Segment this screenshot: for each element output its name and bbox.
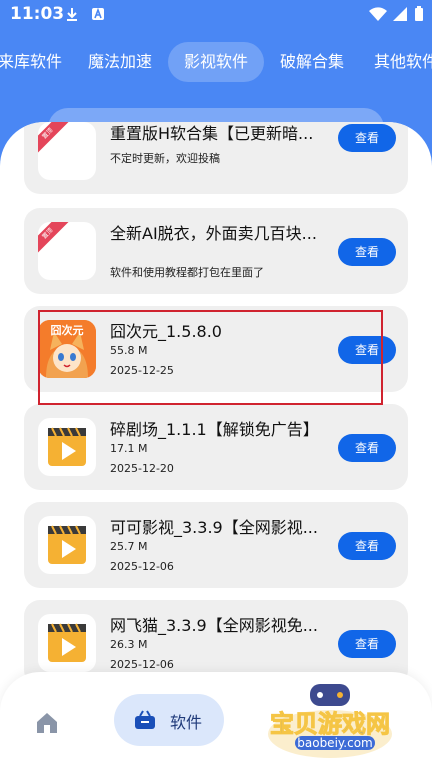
pinned-ribbon: 置顶: [38, 122, 70, 156]
nav-software-button[interactable]: 软件: [114, 694, 224, 746]
nav-software-label: 软件: [170, 713, 203, 732]
watermark-url: baobeiy.com: [295, 736, 375, 750]
app-date: 2025-12-06: [110, 658, 174, 671]
app-description: 不定时更新，欢迎投稿: [110, 152, 220, 165]
app-date: 2025-12-20: [110, 462, 174, 475]
download-icon: [67, 8, 77, 21]
view-button[interactable]: 查看: [338, 532, 396, 560]
home-icon[interactable]: [34, 710, 60, 736]
view-button[interactable]: 查看: [338, 434, 396, 462]
app-size: 25.7 M: [110, 540, 148, 553]
app-title: 碎剧场_1.1.1【解锁免广告】: [110, 420, 319, 439]
wifi-icon: [369, 7, 387, 21]
app-title: 重置版H软合集【已更新暗...: [110, 124, 314, 143]
video-play-icon: [38, 418, 96, 476]
app-description: 软件和使用教程都打包在里面了: [110, 266, 264, 279]
app-thumbnail: 置顶: [38, 222, 96, 280]
list-item[interactable]: 置顶 重置版H软合集【已更新暗... 不定时更新，欢迎投稿 查看: [24, 122, 408, 194]
view-button[interactable]: 查看: [338, 124, 396, 152]
app-title: 可可影视_3.3.9【全网影视...: [110, 518, 318, 537]
video-play-icon: [38, 614, 96, 672]
tab-software-library[interactable]: 来库软件: [0, 42, 68, 82]
tab-crack-collection[interactable]: 破解合集: [272, 42, 352, 82]
tab-video-software[interactable]: 影视软件: [168, 42, 264, 82]
watermark-logo: 宝贝游戏网 baobeiy.com: [255, 682, 405, 762]
list-item[interactable]: 置顶 全新AI脱衣，外面卖几百块... 软件和使用教程都打包在里面了 查看: [24, 208, 408, 294]
watermark-title: 宝贝游戏网: [270, 710, 391, 739]
list-item[interactable]: 可可影视_3.3.9【全网影视... 25.7 M 2025-12-06 查看: [24, 502, 408, 588]
list-item[interactable]: 碎剧场_1.1.1【解锁免广告】 17.1 M 2025-12-20 查看: [24, 404, 408, 490]
video-play-icon: [38, 516, 96, 574]
bag-icon: [135, 710, 155, 729]
app-title: 全新AI脱衣，外面卖几百块...: [110, 224, 317, 243]
view-button[interactable]: 查看: [338, 238, 396, 266]
app-date: 2025-12-06: [110, 560, 174, 573]
pinned-ribbon: 置顶: [38, 222, 70, 256]
category-tabs: 来库软件 魔法加速 影视软件 破解合集 其他软件: [0, 38, 432, 86]
app-size: 26.3 M: [110, 638, 148, 651]
battery-icon: [415, 6, 423, 21]
app-thumbnail: 置顶: [38, 122, 96, 180]
status-time: 11:03: [10, 4, 65, 24]
selection-highlight: [38, 310, 383, 405]
signal-icon: [393, 7, 407, 21]
app-title: 网飞猫_3.3.9【全网影视免...: [110, 616, 318, 635]
status-bar: 11:03: [0, 0, 432, 30]
tab-other-software[interactable]: 其他软件: [366, 42, 432, 82]
app-size: 17.1 M: [110, 442, 148, 455]
view-button[interactable]: 查看: [338, 630, 396, 658]
app-notification-icon: [92, 7, 104, 20]
tab-vpn[interactable]: 魔法加速: [80, 42, 160, 82]
